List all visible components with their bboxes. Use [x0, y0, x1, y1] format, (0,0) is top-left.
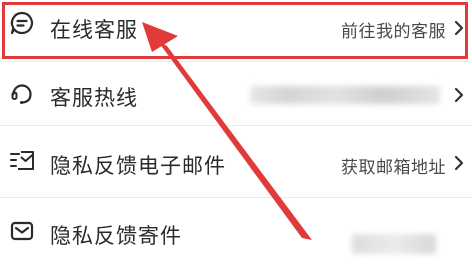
- menu-item-label: 客服热线: [50, 86, 138, 110]
- menu-item-label: 隐私反馈寄件: [50, 224, 182, 248]
- redacted-phone-number: [250, 86, 440, 104]
- menu-item-label: 在线客服: [50, 18, 138, 42]
- mail-icon: [9, 218, 35, 244]
- chevron-right-icon: [452, 19, 466, 37]
- menu-item-value: 获取邮箱地址: [341, 158, 446, 178]
- menu-item-privacy-email[interactable]: 隐私反馈电子邮件 获取邮箱地址: [0, 126, 472, 198]
- headset-icon: [9, 80, 35, 106]
- menu-item-online-service[interactable]: 在线客服 前往我的客服: [0, 0, 472, 62]
- menu-item-service-hotline[interactable]: 客服热线: [0, 62, 472, 126]
- menu-item-value: 前往我的客服: [341, 22, 446, 42]
- menu-item-label: 隐私反馈电子邮件: [50, 154, 226, 178]
- customer-service-menu: 在线客服 前往我的客服 客服热线 隐私反馈电子邮件 获取邮箱地址 隐私反馈寄件: [0, 0, 472, 280]
- redacted-address: [352, 234, 436, 254]
- chevron-right-icon: [452, 86, 466, 104]
- chevron-right-icon: [452, 154, 466, 172]
- menu-item-privacy-mail[interactable]: 隐私反馈寄件: [0, 198, 472, 280]
- chat-bubble-icon: [9, 10, 35, 36]
- envelope-lines-icon: [9, 148, 35, 174]
